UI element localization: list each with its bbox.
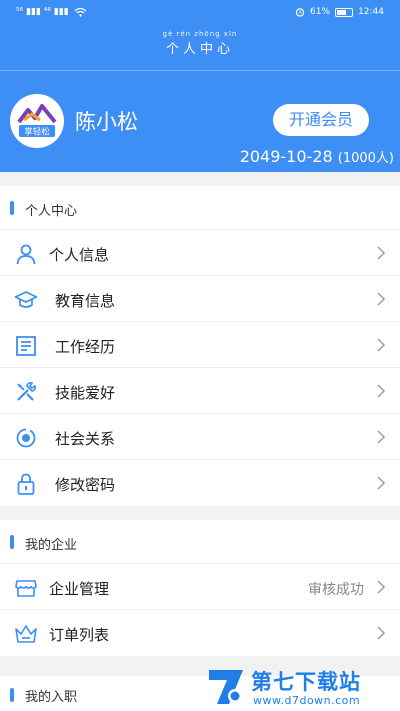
menu-item-label: 技能爱好 xyxy=(55,384,116,402)
section-header: 我的企业 xyxy=(0,520,400,564)
chevron-right-icon xyxy=(377,430,386,444)
user-icon xyxy=(16,244,36,265)
menu-item-work-history[interactable]: 工作经历 xyxy=(0,322,400,368)
store-icon xyxy=(15,580,37,597)
membership-expiry: 2049-10-28 (1000人) xyxy=(240,147,394,166)
alarm-icon xyxy=(295,8,305,17)
menu-item-label: 工作经历 xyxy=(55,338,116,356)
lock-icon xyxy=(17,473,35,495)
chevron-right-icon xyxy=(377,580,386,594)
username: 陈小松 xyxy=(75,110,138,134)
section-accent-bar xyxy=(10,535,14,549)
chevron-right-icon xyxy=(377,246,386,260)
signal-indicator: ⁵⁶ ▮▮▮ ⁴⁶ ▮▮▮ xyxy=(16,7,69,17)
section-title: 我的入职 xyxy=(25,690,78,705)
open-vip-button[interactable]: 开通会员 xyxy=(273,104,369,136)
section-title: 个人中心 xyxy=(25,204,78,219)
battery-percent: 61% xyxy=(310,7,331,17)
menu-item-label: 教育信息 xyxy=(55,292,116,310)
section-accent-bar xyxy=(10,201,14,215)
menu-item-label: 企业管理 xyxy=(49,580,110,598)
menu-item-skills[interactable]: 技能爱好 xyxy=(0,368,400,414)
chevron-right-icon xyxy=(377,338,386,352)
tools-icon xyxy=(17,382,36,401)
menu-item-education[interactable]: 教育信息 xyxy=(0,276,400,322)
watermark-url: www.d7down.com xyxy=(253,694,361,707)
menu-item-label: 修改密码 xyxy=(55,476,116,494)
battery-icon xyxy=(335,7,354,17)
page-title: gè rén zhōng xīn 个人中心 xyxy=(0,30,400,57)
page-title-pinyin: gè rén zhōng xīn xyxy=(162,30,238,38)
chevron-right-icon xyxy=(377,626,386,640)
menu-item-label: 个人信息 xyxy=(49,246,110,264)
member-count: (1000人) xyxy=(337,151,394,166)
status-bar: ⁵⁶ ▮▮▮ ⁴⁶ ▮▮▮ 61% 12:44 xyxy=(0,0,400,28)
avatar[interactable]: 掌轻松 xyxy=(10,94,64,148)
chevron-right-icon xyxy=(377,384,386,398)
company-section: 我的企业 企业管理 审核成功 订单列表 xyxy=(0,520,400,656)
menu-item-label: 订单列表 xyxy=(49,626,110,644)
watermark-logo-icon xyxy=(209,670,243,704)
wifi-icon xyxy=(74,7,87,17)
document-icon xyxy=(16,336,36,356)
header-divider xyxy=(0,70,400,71)
personal-section: 个人中心 个人信息 教育信息 工作经历 技能爱好 社会关系 修改密码 xyxy=(0,186,400,506)
app-logo-icon: 掌轻松 xyxy=(17,104,57,138)
menu-item-social-relations[interactable]: 社会关系 xyxy=(0,414,400,460)
menu-item-change-password[interactable]: 修改密码 xyxy=(0,460,400,506)
menu-item-personal-info[interactable]: 个人信息 xyxy=(0,230,400,276)
social-icon xyxy=(16,428,36,448)
basket-icon xyxy=(15,625,37,643)
section-title: 我的企业 xyxy=(25,538,78,553)
clock: 12:44 xyxy=(358,7,384,17)
graduation-cap-icon xyxy=(14,291,38,308)
watermark: 第七下载站 www.d7down.com xyxy=(205,664,400,711)
section-accent-bar xyxy=(10,688,14,702)
menu-item-label: 社会关系 xyxy=(55,430,116,448)
menu-item-order-list[interactable]: 订单列表 xyxy=(0,610,400,656)
section-header: 个人中心 xyxy=(0,186,400,230)
profile-header: ⁵⁶ ▮▮▮ ⁴⁶ ▮▮▮ 61% 12:44 gè rén zhōng xīn… xyxy=(0,0,400,172)
review-status: 审核成功 xyxy=(308,582,364,598)
expiry-date: 2049-10-28 xyxy=(239,147,333,166)
page-title-text: 个人中心 xyxy=(165,42,234,57)
menu-item-company-management[interactable]: 企业管理 审核成功 xyxy=(0,564,400,610)
watermark-text: 第七下载站 xyxy=(251,670,361,694)
chevron-right-icon xyxy=(377,292,386,306)
chevron-right-icon xyxy=(377,476,386,490)
logo-lettering: 掌轻松 xyxy=(24,127,50,138)
